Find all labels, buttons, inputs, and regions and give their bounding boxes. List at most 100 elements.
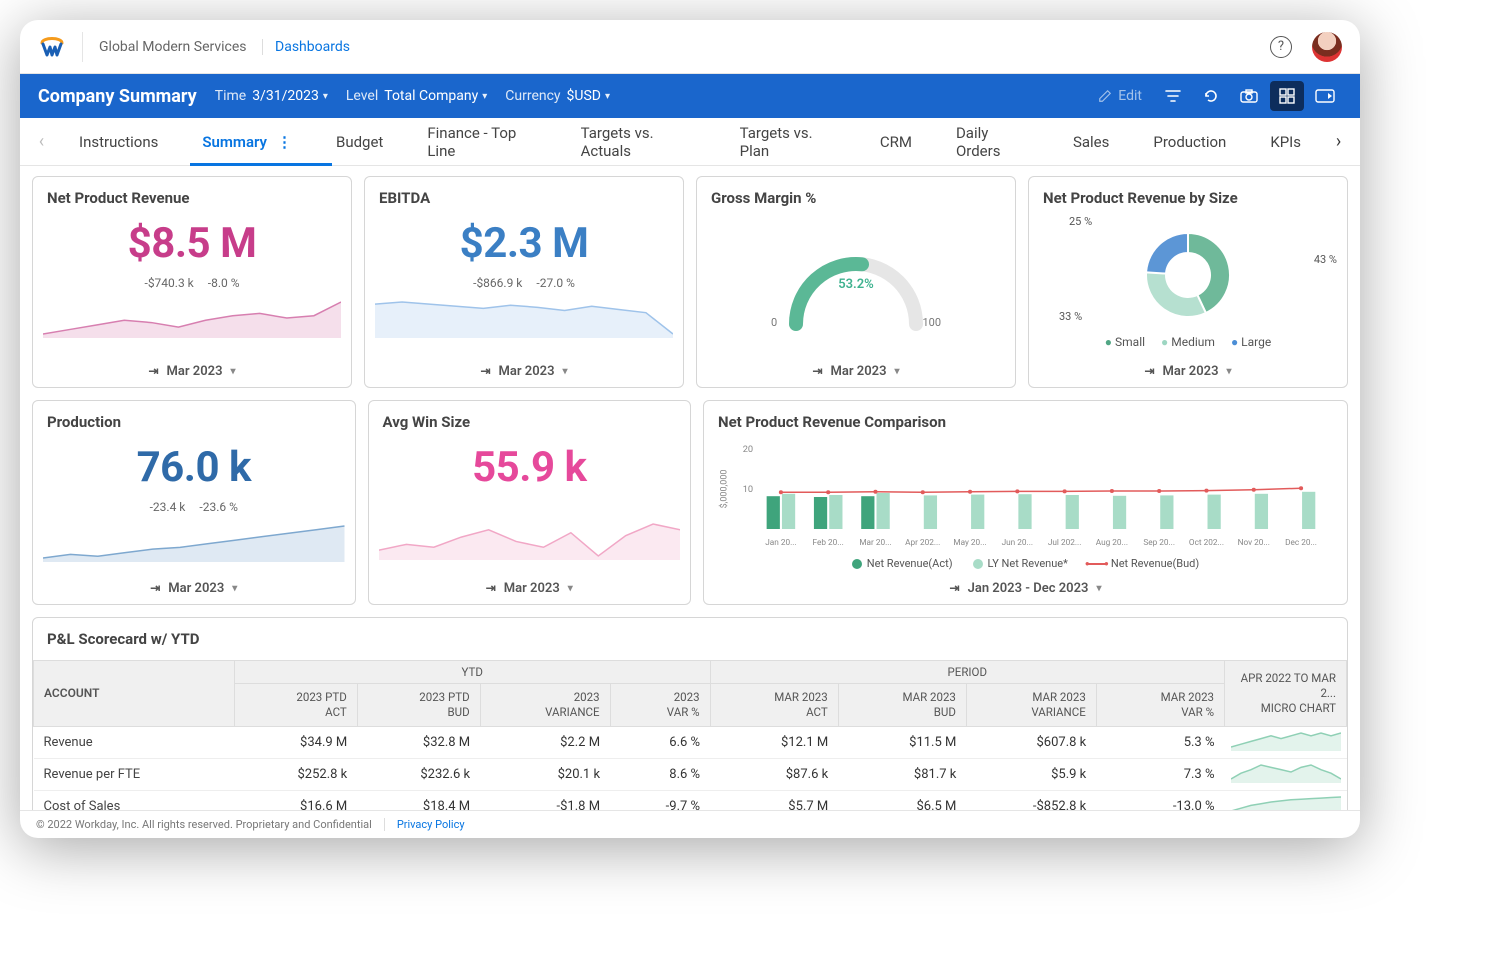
currency-value[interactable]: $USD	[567, 88, 601, 104]
kpi-delta-pct: -27.0 %	[536, 276, 574, 290]
card-title: Net Product Revenue Comparison	[704, 401, 1347, 437]
table-col-header: MAR 2023 BUD	[838, 684, 966, 727]
svg-text:Aug 20...: Aug 20...	[1096, 537, 1128, 547]
cell-value: $12.1 M	[710, 726, 838, 758]
tab-daily-orders[interactable]: Daily Orders	[934, 118, 1051, 165]
tab-production[interactable]: Production	[1131, 118, 1248, 165]
time-value[interactable]: 3/31/2023	[252, 88, 319, 104]
cell-value: $16.6 M	[234, 790, 357, 810]
donut-label: 43 %	[1314, 253, 1337, 266]
tab-finance-top-line[interactable]: Finance - Top Line	[405, 118, 558, 165]
cell-value: $5.9 k	[966, 758, 1096, 790]
card-period-selector[interactable]: ⇥Mar 2023▾	[1029, 355, 1347, 387]
svg-text:May 20...: May 20...	[953, 537, 986, 547]
pin-icon: ⇥	[1144, 364, 1154, 378]
cell-value: $18.4 M	[357, 790, 480, 810]
legend: Net Revenue(Act) LY Net Revenue* Net Rev…	[704, 555, 1347, 572]
kpi-delta-pct: -23.6 %	[199, 500, 237, 514]
cell-value: $32.8 M	[357, 726, 480, 758]
chevron-down-icon[interactable]: ▾	[605, 91, 610, 102]
chevron-down-icon: ▾	[1227, 366, 1232, 377]
kpi-value: $2.3 M	[460, 219, 589, 268]
pin-icon: ⇥	[950, 581, 960, 595]
grid-view-icon[interactable]	[1270, 81, 1304, 111]
tab-targets-vs-actuals[interactable]: Targets vs. Actuals	[559, 118, 718, 165]
table-col-header: MAR 2023 VAR %	[1096, 684, 1224, 727]
tab-instructions[interactable]: Instructions	[57, 118, 180, 165]
svg-text:Feb 20...: Feb 20...	[813, 537, 844, 547]
tab-kpis[interactable]: KPIs	[1248, 118, 1323, 165]
cell-account: Revenue per FTE	[34, 758, 235, 790]
cell-value: $81.7 k	[838, 758, 966, 790]
refresh-icon[interactable]	[1194, 81, 1228, 111]
cell-value: -$852.8 k	[966, 790, 1096, 810]
level-value[interactable]: Total Company	[384, 88, 478, 104]
card-period-selector[interactable]: ⇥Mar 2023▾	[33, 355, 351, 387]
scorecard-table: ACCOUNT YTD PERIOD APR 2022 TO MAR 2... …	[33, 660, 1347, 810]
chevron-down-icon[interactable]: ▾	[323, 91, 328, 102]
kpi-delta-abs: -$740.3 k	[145, 276, 194, 290]
legend: Small Medium Large	[1029, 333, 1347, 355]
card-period-selector[interactable]: ⇥Mar 2023▾	[369, 572, 691, 604]
col-micro: APR 2022 TO MAR 2... MICRO CHART	[1225, 661, 1347, 727]
table-col-header: MAR 2023 VARIANCE	[966, 684, 1096, 727]
privacy-link[interactable]: Privacy Policy	[384, 818, 465, 831]
user-avatar[interactable]	[1312, 32, 1342, 62]
col-group-ytd: YTD	[234, 661, 710, 684]
cell-value: $34.9 M	[234, 726, 357, 758]
breadcrumb: Global Modern Services Dashboards	[83, 39, 350, 55]
cell-value: $232.6 k	[357, 758, 480, 790]
legend-item: Medium	[1161, 335, 1215, 349]
level-label: Level	[346, 88, 378, 104]
top-bar: Global Modern Services Dashboards ?	[20, 20, 1360, 74]
help-icon[interactable]: ?	[1270, 36, 1292, 58]
tab-budget[interactable]: Budget	[314, 118, 405, 165]
col-group-period: PERIOD	[710, 661, 1224, 684]
table-col-header: 2023 PTD ACT	[234, 684, 357, 727]
workday-logo[interactable]	[38, 32, 83, 62]
card-period-selector[interactable]: ⇥Mar 2023▾	[365, 355, 683, 387]
cell-value: 8.6 %	[610, 758, 710, 790]
filter-icon[interactable]	[1156, 81, 1190, 111]
svg-text:Oct 202...: Oct 202...	[1189, 537, 1224, 547]
table-row: Cost of Sales$16.6 M$18.4 M-$1.8 M-9.7 %…	[34, 790, 1347, 810]
cell-value: $6.5 M	[838, 790, 966, 810]
tabs-scroll-left[interactable]: ‹	[26, 131, 57, 152]
tab-menu-icon[interactable]: ⋮	[277, 133, 292, 151]
card-period-selector[interactable]: ⇥Jan 2023 - Dec 2023▾	[704, 572, 1347, 604]
chevron-down-icon[interactable]: ▾	[482, 91, 487, 102]
card-period-selector[interactable]: ⇥Mar 2023▾	[33, 572, 355, 604]
edit-button[interactable]: Edit	[1088, 81, 1152, 111]
cell-account: Cost of Sales	[34, 790, 235, 810]
card-period-selector[interactable]: ⇥Mar 2023▾	[697, 355, 1015, 387]
cell-value: $5.7 M	[710, 790, 838, 810]
chevron-down-icon: ▾	[568, 583, 573, 594]
legend-item: LY Net Revenue*	[973, 557, 1068, 570]
tab-sales[interactable]: Sales	[1051, 118, 1131, 165]
snapshot-icon[interactable]	[1232, 81, 1266, 111]
cell-microchart	[1225, 790, 1347, 810]
currency-label: Currency	[505, 88, 560, 104]
tab-summary[interactable]: Summary⋮	[180, 118, 314, 165]
card-title: EBITDA	[365, 177, 683, 213]
present-icon[interactable]	[1308, 81, 1342, 111]
chevron-down-icon: ▾	[1096, 583, 1101, 594]
table-col-header: MAR 2023 ACT	[710, 684, 838, 727]
legend-item: Large	[1231, 335, 1271, 349]
tabs-scroll-right[interactable]: ›	[1323, 131, 1354, 152]
svg-text:10: 10	[743, 485, 753, 495]
sparkline-chart	[379, 520, 681, 560]
donut-chart	[1113, 213, 1263, 333]
pin-icon: ⇥	[812, 364, 822, 378]
dashboards-link[interactable]: Dashboards	[262, 39, 350, 55]
svg-text:Jan 20...: Jan 20...	[765, 537, 796, 547]
tab-crm[interactable]: CRM	[858, 118, 934, 165]
chevron-down-icon: ▾	[232, 583, 237, 594]
cell-value: -$1.8 M	[480, 790, 610, 810]
filter-bar: Company Summary Time 3/31/2023 ▾ Level T…	[20, 74, 1360, 118]
sparkline-chart	[43, 298, 341, 338]
tab-targets-vs-plan[interactable]: Targets vs. Plan	[718, 118, 858, 165]
scorecard-title: P&L Scorecard w/ YTD	[33, 618, 1347, 660]
svg-text:20: 20	[743, 445, 753, 455]
table-col-header: 2023 VARIANCE	[480, 684, 610, 727]
